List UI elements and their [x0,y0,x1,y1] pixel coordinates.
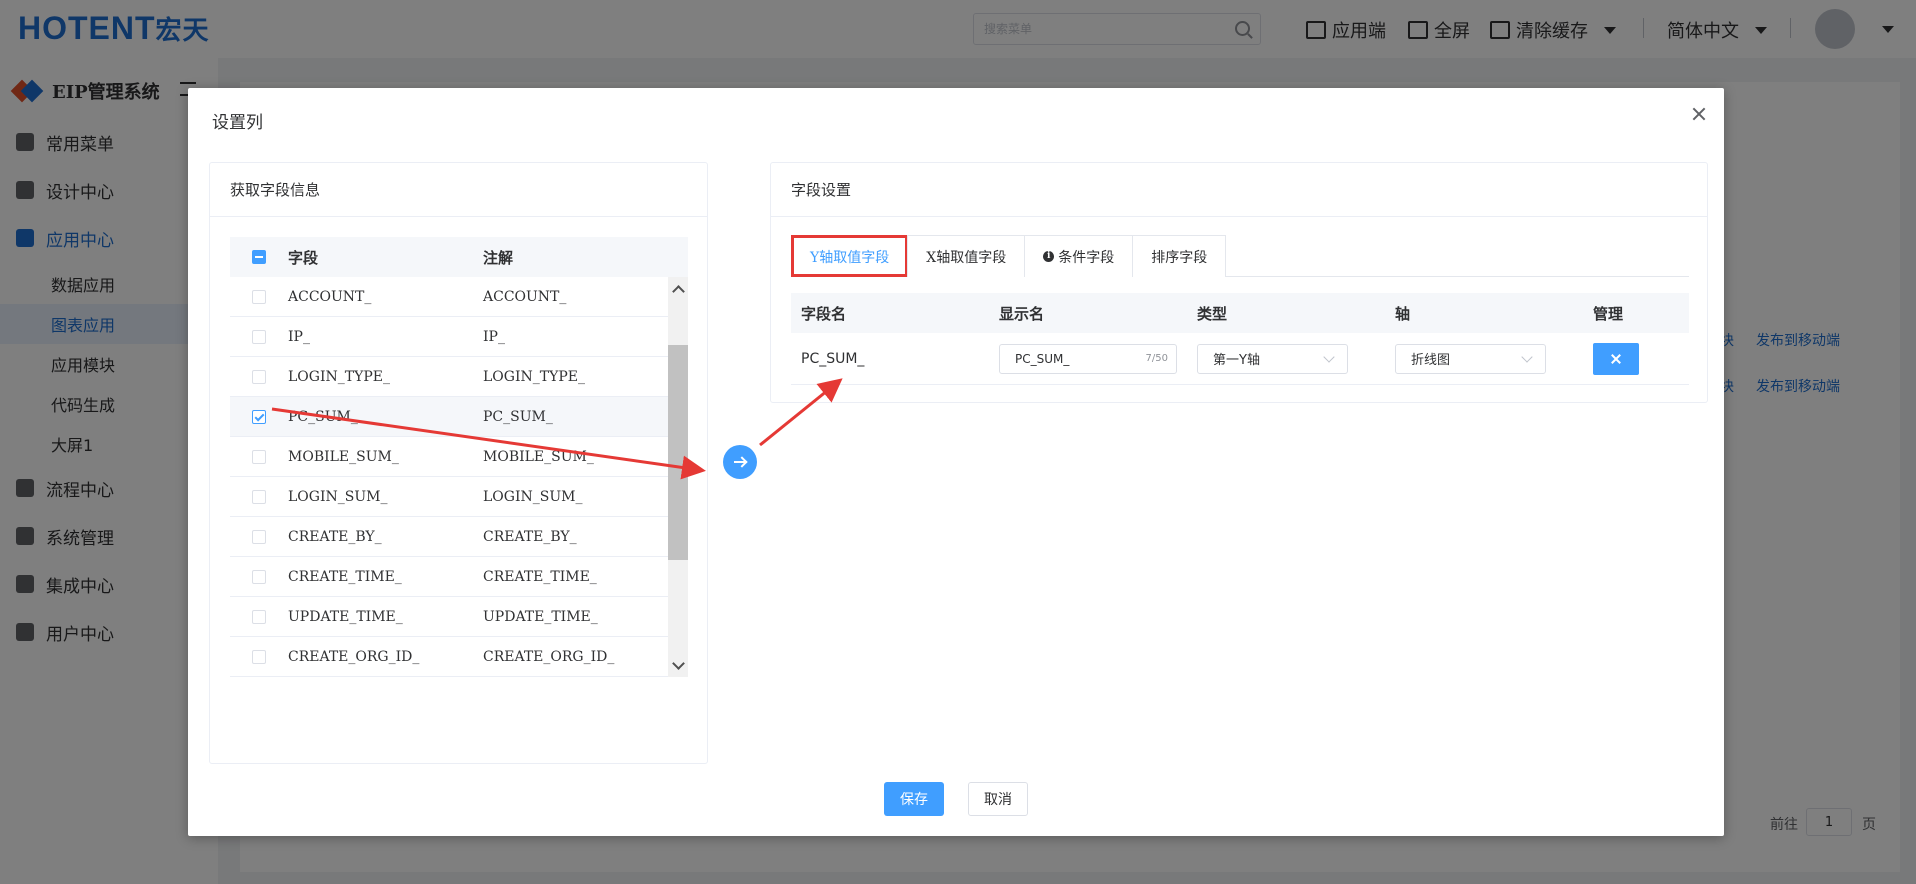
settings-table-header: 字段名 显示名 类型 轴 管理 [791,293,1689,333]
set-columns-dialog: 设置列 获取字段信息 字段 注解 ACCOUNT_ ACCOUNT_ IP_ IP_ L… [188,88,1724,836]
save-button[interactable]: 保存 [884,782,944,816]
table-row[interactable]: IP_ IP_ [230,317,688,357]
type-select[interactable]: 第一Y轴 [1197,343,1348,374]
scrollbar-thumb[interactable] [668,345,688,560]
char-count: 7/50 [1145,352,1168,364]
field-info-title: 获取字段信息 [210,163,707,217]
field-settings-title: 字段设置 [771,163,1707,217]
table-scrollbar[interactable] [668,277,688,677]
close-icon[interactable] [1687,102,1711,126]
note-cell: LOGIN_TYPE_ [483,368,585,385]
select-all-checkbox[interactable] [252,250,266,264]
chevron-down-icon [1521,350,1533,363]
field-cell: LOGIN_SUM_ [288,488,388,505]
display-name-input[interactable]: PC_SUM_ 7/50 [999,343,1177,374]
table-row[interactable]: CREATE_ORG_ID_ CREATE_ORG_ID_ [230,637,688,677]
table-row[interactable]: ACCOUNT_ ACCOUNT_ [230,277,688,317]
table-row[interactable]: UPDATE_TIME_ UPDATE_TIME_ [230,597,688,637]
row-checkbox[interactable] [252,489,266,504]
column-header-axis: 轴 [1395,304,1411,323]
table-row[interactable]: PC_SUM_ PC_SUM_ [230,397,688,437]
row-checkbox[interactable] [252,609,266,624]
axis-select[interactable]: 折线图 [1395,343,1546,374]
row-checkbox[interactable] [252,289,266,304]
table-row[interactable]: LOGIN_TYPE_ LOGIN_TYPE_ [230,357,688,397]
field-cell: UPDATE_TIME_ [288,608,403,625]
column-header-field: 字段 [288,248,319,267]
row-checkbox[interactable] [252,409,266,424]
table-row[interactable]: CREATE_TIME_ CREATE_TIME_ [230,557,688,597]
note-cell: CREATE_BY_ [483,528,577,545]
field-cell: CREATE_BY_ [288,528,382,545]
field-table-header: 字段 注解 [230,237,688,277]
tab-sort-fields[interactable]: 排序字段 [1132,235,1227,277]
table-row[interactable]: CREATE_BY_ CREATE_BY_ [230,517,688,557]
field-cell: IP_ [288,328,310,345]
row-checkbox[interactable] [252,329,266,344]
scroll-down-icon[interactable] [672,659,684,671]
field-cell: ACCOUNT_ [288,288,372,305]
column-header-display-name: 显示名 [999,304,1045,323]
field-cell: MOBILE_SUM_ [288,448,399,465]
tab-x-axis-fields[interactable]: X轴取值字段 [907,235,1026,277]
column-header-field-name: 字段名 [801,304,847,323]
tab-y-axis-fields[interactable]: Y轴取值字段 [791,235,909,277]
field-table-body: ACCOUNT_ ACCOUNT_ IP_ IP_ LOGIN_TYPE_ LOGIN_T… [230,277,688,677]
note-cell: CREATE_TIME_ [483,568,597,585]
row-checkbox[interactable] [252,369,266,384]
note-cell: LOGIN_SUM_ [483,488,583,505]
field-cell: CREATE_TIME_ [288,568,402,585]
row-checkbox[interactable] [252,649,266,664]
chevron-down-icon [1323,350,1335,363]
column-header-manage: 管理 [1593,304,1624,323]
table-row: PC_SUM_ PC_SUM_ 7/50 第一Y轴 折线图 [791,333,1689,385]
note-cell: CREATE_ORG_ID_ [483,648,615,665]
note-cell: IP_ [483,328,505,345]
field-name-cell: PC_SUM_ [801,350,865,367]
field-cell: PC_SUM_ [288,408,358,425]
note-cell: MOBILE_SUM_ [483,448,594,465]
scroll-up-icon[interactable] [672,283,684,295]
note-cell: UPDATE_TIME_ [483,608,598,625]
tab-condition-fields[interactable]: i 条件字段 [1024,235,1134,277]
column-header-type: 类型 [1197,304,1228,323]
field-settings-tabs: Y轴取值字段 X轴取值字段 i 条件字段 排序字段 [791,235,1689,277]
transfer-right-button[interactable] [723,445,757,479]
field-cell: LOGIN_TYPE_ [288,368,390,385]
delete-row-button[interactable] [1593,342,1639,375]
row-checkbox[interactable] [252,529,266,544]
field-info-card: 获取字段信息 字段 注解 ACCOUNT_ ACCOUNT_ IP_ IP_ LOGIN… [209,162,708,764]
field-table: 字段 注解 ACCOUNT_ ACCOUNT_ IP_ IP_ LOGIN_TYPE_ L… [230,237,688,677]
note-cell: PC_SUM_ [483,408,553,425]
row-checkbox[interactable] [252,449,266,464]
table-row[interactable]: LOGIN_SUM_ LOGIN_SUM_ [230,477,688,517]
field-settings-card: 字段设置 Y轴取值字段 X轴取值字段 i 条件字段 排序字段 字段名 显示名 类型… [770,162,1708,403]
note-cell: ACCOUNT_ [483,288,567,305]
field-cell: CREATE_ORG_ID_ [288,648,420,665]
dialog-title: 设置列 [212,113,263,133]
field-settings-table: 字段名 显示名 类型 轴 管理 PC_SUM_ PC_SUM_ 7/50 第一Y轴… [791,293,1689,385]
cancel-button[interactable]: 取消 [968,782,1028,816]
row-checkbox[interactable] [252,569,266,584]
info-icon: i [1043,251,1055,262]
column-header-note: 注解 [483,248,514,267]
table-row[interactable]: MOBILE_SUM_ MOBILE_SUM_ [230,437,688,477]
